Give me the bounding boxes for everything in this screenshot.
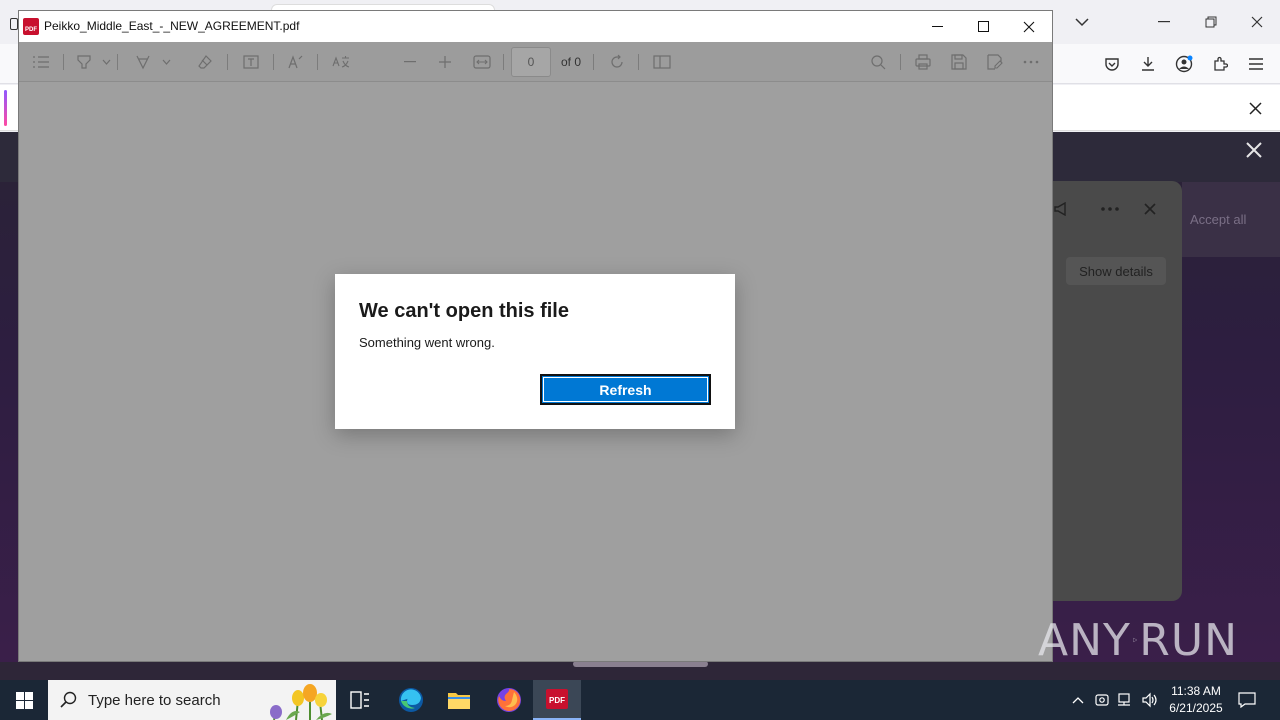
eraser-icon[interactable] — [194, 51, 216, 73]
browser-close-icon[interactable] — [1243, 8, 1271, 36]
search-icon — [60, 691, 77, 708]
dialog-title: We can't open this file — [359, 300, 569, 322]
notification-close-icon[interactable] — [1241, 94, 1269, 122]
toolbar-divider — [503, 54, 504, 70]
task-view-button[interactable] — [336, 680, 384, 720]
toolbar-divider — [63, 54, 64, 70]
pdf-toolbar: 0 of 0 — [19, 42, 1052, 82]
page-number-input[interactable]: 0 — [511, 47, 551, 77]
tab-overview-icon[interactable] — [10, 18, 18, 30]
read-aloud-icon[interactable] — [285, 51, 307, 73]
more-icon[interactable] — [1020, 51, 1042, 73]
notifications-icon[interactable] — [1237, 690, 1257, 710]
anyrun-watermark: ANY RUN — [1038, 608, 1238, 672]
taskbar-pdf-reader[interactable]: PDF — [533, 680, 581, 720]
toolbar-divider — [593, 54, 594, 70]
network-icon[interactable] — [1116, 690, 1136, 710]
toolbar-divider — [227, 54, 228, 70]
dialog-message: Something went wrong. — [359, 335, 495, 350]
clock-date: 6/21/2025 — [1169, 701, 1223, 715]
toolbar-divider — [317, 54, 318, 70]
search-highlight-flowers-icon — [270, 684, 332, 720]
show-details-button[interactable]: Show details — [1066, 257, 1166, 285]
highlight-icon[interactable] — [73, 51, 95, 73]
accept-all-button[interactable]: Accept all — [1190, 212, 1246, 227]
contents-list-icon[interactable] — [30, 51, 52, 73]
watermark-left-text: ANY — [1038, 614, 1131, 666]
draw-icon[interactable] — [132, 51, 154, 73]
webpage-close-icon[interactable] — [1244, 140, 1268, 164]
pdf-app-icon: PDF — [546, 689, 568, 709]
find-icon[interactable] — [867, 51, 889, 73]
rotate-icon[interactable] — [606, 51, 628, 73]
meet-now-icon[interactable] — [1092, 690, 1112, 710]
taskbar-edge[interactable] — [387, 680, 435, 720]
firefox-icon — [497, 688, 521, 712]
translate-icon[interactable] — [330, 51, 352, 73]
edge-icon — [399, 688, 423, 712]
fit-width-icon[interactable] — [471, 51, 493, 73]
zoom-out-icon[interactable] — [399, 51, 421, 73]
clock-time: 11:38 AM — [1171, 684, 1221, 698]
save-icon[interactable] — [948, 51, 970, 73]
megaphone-icon[interactable] — [1050, 198, 1072, 220]
task-view-icon — [350, 691, 369, 709]
taskbar-clock[interactable]: 11:38 AM 6/21/2025 — [1162, 683, 1230, 717]
error-dialog: We can't open this file Something went w… — [335, 274, 735, 429]
list-all-tabs-icon[interactable] — [1068, 8, 1096, 36]
windows-logo-icon — [15, 691, 33, 709]
add-text-icon[interactable] — [240, 51, 262, 73]
search-placeholder: Type here to search — [88, 692, 221, 709]
maximize-icon[interactable] — [960, 11, 1006, 42]
page-count-label: of 0 — [561, 55, 582, 69]
svg-text:PDF: PDF — [549, 696, 565, 705]
highlight-dropdown-icon[interactable] — [99, 51, 113, 73]
browser-restore-icon[interactable] — [1197, 8, 1225, 36]
play-logo-icon — [1133, 637, 1137, 643]
draw-dropdown-icon[interactable] — [159, 51, 173, 73]
window-title: Peikko_Middle_East_-_NEW_AGREEMENT.pdf — [44, 19, 300, 33]
taskbar-file-explorer[interactable] — [435, 680, 483, 720]
browser-minimize-icon[interactable] — [1150, 8, 1178, 36]
toolbar-divider — [273, 54, 274, 70]
taskbar: Type here to search PDF 11:38 AM 6/21/20… — [0, 680, 1280, 720]
page-view-icon[interactable] — [651, 51, 673, 73]
refresh-button[interactable]: Refresh — [540, 374, 711, 405]
minimize-icon[interactable] — [914, 11, 960, 42]
pocket-icon[interactable] — [1100, 52, 1124, 76]
show-hidden-icons-icon[interactable] — [1068, 690, 1088, 710]
toolbar-divider — [117, 54, 118, 70]
folder-icon — [448, 693, 470, 709]
print-icon[interactable] — [912, 51, 934, 73]
pdf-file-icon: PDF — [23, 18, 39, 35]
more-options-icon[interactable] — [1098, 198, 1122, 220]
notification-accent — [4, 90, 7, 126]
watermark-right-text: RUN — [1139, 614, 1238, 666]
close-icon[interactable] — [1006, 11, 1052, 42]
toolbar-divider — [900, 54, 901, 70]
zoom-in-icon[interactable] — [434, 51, 456, 73]
save-as-icon[interactable] — [984, 51, 1006, 73]
pdf-titlebar: PDF Peikko_Middle_East_-_NEW_AGREEMENT.p… — [19, 11, 1052, 42]
taskbar-firefox[interactable] — [485, 680, 533, 720]
menu-icon[interactable] — [1244, 52, 1268, 76]
toolbar-divider — [638, 54, 639, 70]
account-icon[interactable] — [1172, 52, 1196, 76]
start-button[interactable] — [0, 680, 48, 720]
extensions-icon[interactable] — [1208, 52, 1232, 76]
downloads-icon[interactable] — [1136, 52, 1160, 76]
volume-icon[interactable] — [1140, 690, 1160, 710]
taskbar-search-box[interactable]: Type here to search — [48, 680, 336, 720]
panel-close-icon[interactable] — [1139, 198, 1161, 220]
